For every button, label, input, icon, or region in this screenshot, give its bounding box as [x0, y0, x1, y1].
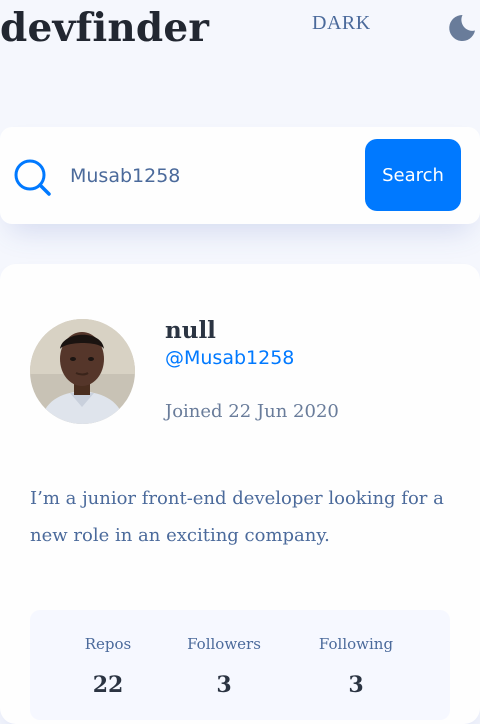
user-bio: I’m a junior front-end developer looking… [30, 488, 444, 546]
stat-following: Following 3 [312, 634, 400, 698]
followers-value: 3 [216, 672, 232, 698]
following-label: Following [318, 635, 394, 653]
stats-box: Repos 22 Followers 3 Following 3 [30, 610, 450, 720]
followers-label: Followers [187, 635, 261, 653]
repos-label: Repos [84, 635, 132, 653]
moon-icon[interactable] [448, 9, 480, 43]
search-icon [14, 159, 51, 196]
stat-repos: Repos 22 [74, 634, 142, 698]
theme-toggle-label[interactable]: DARK [312, 12, 371, 34]
search-button[interactable]: Search [365, 139, 461, 211]
avatar [30, 319, 135, 424]
user-login-link[interactable]: @Musab1258 [165, 346, 294, 370]
search-input[interactable] [70, 160, 340, 192]
search-bar: Search [0, 127, 480, 224]
joined-date: Joined 22 Jun 2020 [165, 401, 339, 422]
app-logo: devfinder [0, 5, 210, 51]
repos-value: 22 [92, 672, 124, 698]
stat-followers: Followers 3 [180, 634, 268, 698]
user-name: null [165, 317, 216, 344]
following-value: 3 [348, 672, 364, 698]
profile-card: null @Musab1258 Joined 22 Jun 2020 I’m a… [0, 264, 480, 724]
